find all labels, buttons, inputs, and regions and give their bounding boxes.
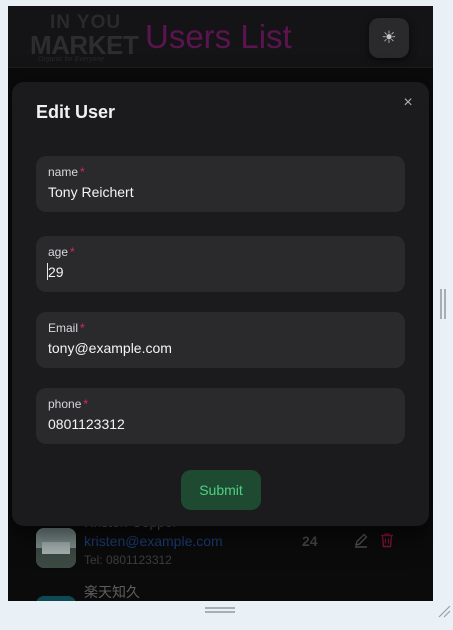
user-email[interactable]: kristen@example.com — [84, 533, 223, 549]
edit-icon[interactable] — [353, 532, 369, 548]
avatar — [36, 596, 76, 601]
field-label: Email * — [48, 321, 85, 335]
app-viewport: IN YOU MARKET Organic for Everyone Users… — [8, 6, 433, 601]
edit-user-modal: Edit User × name* age* Email* phone* Sub… — [12, 82, 429, 526]
trash-icon[interactable] — [379, 532, 395, 548]
age-input[interactable] — [48, 262, 388, 282]
email-field[interactable]: Email * — [36, 312, 405, 368]
avatar — [36, 528, 76, 568]
name-field[interactable]: name * — [36, 156, 405, 212]
modal-title: Edit User — [36, 102, 116, 122]
name-input[interactable] — [48, 182, 388, 202]
user-age: 24 — [302, 533, 318, 549]
theme-toggle-button[interactable]: ☀ — [369, 18, 409, 58]
email-input[interactable] — [48, 338, 388, 358]
phone-input[interactable] — [48, 414, 388, 434]
resize-handle[interactable] — [205, 607, 235, 615]
app-header: IN YOU MARKET Organic for Everyone Users… — [8, 6, 433, 68]
phone-field[interactable]: phone * — [36, 388, 405, 444]
required-mark: * — [70, 245, 75, 259]
required-mark: * — [80, 165, 85, 179]
field-label: age * — [48, 245, 75, 259]
age-field[interactable]: age * — [36, 236, 405, 292]
close-icon[interactable]: × — [400, 95, 416, 111]
logo: IN YOU MARKET Organic for Everyone — [30, 12, 139, 64]
user-tel: Tel: 0801123312 — [84, 553, 172, 567]
table-row: Kristen Copper kristen@example.com Tel: … — [8, 514, 433, 586]
sun-icon: ☀ — [381, 28, 397, 47]
required-mark: * — [83, 397, 89, 411]
submit-button[interactable]: Submit — [181, 470, 261, 510]
page-title: Users List — [145, 18, 292, 55]
resize-corner-icon[interactable] — [437, 604, 451, 618]
logo-tagline: Organic for Everyone — [38, 56, 105, 63]
required-mark: * — [80, 321, 85, 335]
field-label: phone * — [48, 397, 89, 411]
scrollbar-grip[interactable] — [440, 289, 447, 319]
user-name: 楽天知久 — [84, 584, 140, 600]
table-row: 楽天知久 — [8, 584, 433, 601]
field-label: name * — [48, 165, 85, 179]
